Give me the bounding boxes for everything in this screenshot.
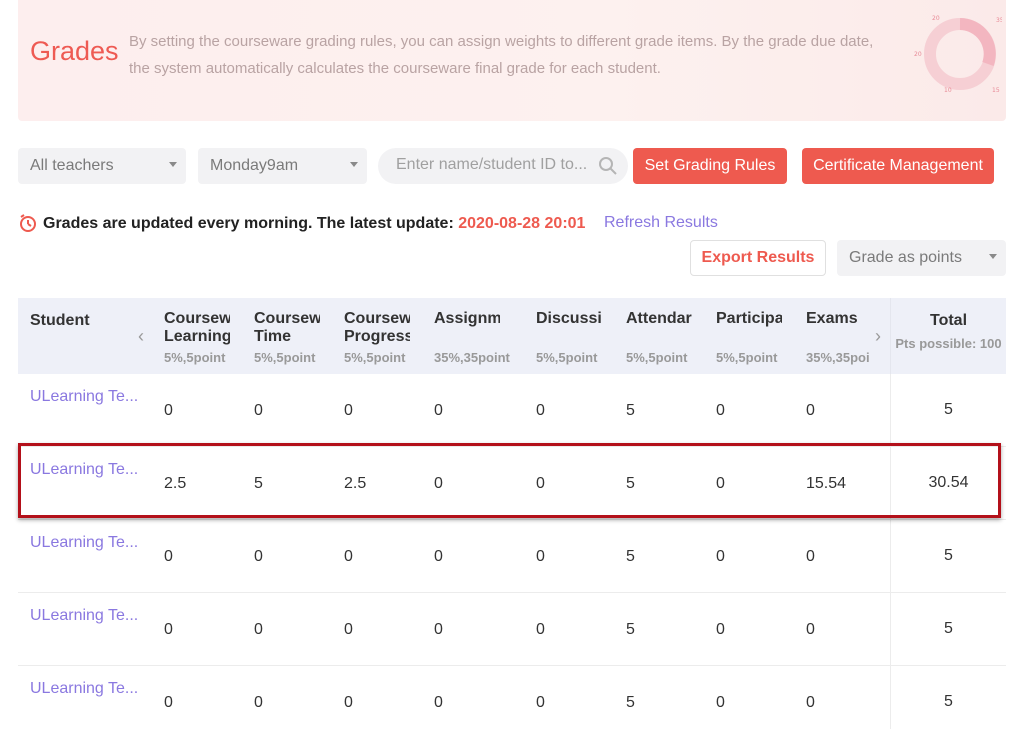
grade-cell: 0 (806, 694, 815, 711)
page-description: By setting the courseware grading rules,… (129, 33, 874, 77)
grade-cell: 0 (254, 621, 263, 638)
total-cell: 5 (890, 666, 1006, 729)
grades-banner: Grades By setting the courseware grading… (18, 0, 1006, 121)
grade-cell: 0 (806, 402, 815, 419)
search-box (378, 148, 628, 184)
page-title: Grades (30, 36, 119, 66)
grade-cell: 5 (626, 548, 635, 565)
grade-cell: 5 (626, 402, 635, 419)
export-results-button[interactable]: Export Results (690, 240, 826, 276)
grade-cell: 0 (716, 402, 725, 419)
total-cell: 5 (890, 374, 1006, 446)
grade-cell: 0 (536, 402, 545, 419)
refresh-results-link[interactable]: Refresh Results (604, 214, 718, 232)
student-name-link[interactable]: ULearning Te... (30, 680, 142, 698)
donut-illustration-icon: 20 35 20 10 15 (914, 15, 1002, 94)
table-row: ULearning Te... 0 0 0 0 0 5 0 0 5 (18, 520, 1006, 593)
grade-cell: 0 (806, 621, 815, 638)
student-column-header[interactable]: Student (30, 312, 90, 330)
table-row: ULearning Te... 0 0 0 0 0 5 0 0 5 (18, 374, 1006, 447)
total-cell: 5 (890, 593, 1006, 665)
grade-cell: 0 (344, 694, 353, 711)
chevron-down-icon (989, 254, 997, 259)
grade-cell: 0 (806, 548, 815, 565)
class-select[interactable]: Monday9am (198, 148, 367, 184)
search-input[interactable] (396, 156, 586, 174)
alarm-clock-icon (20, 214, 36, 232)
student-name-link[interactable]: ULearning Te... (30, 388, 142, 406)
grade-cell: 0 (716, 621, 725, 638)
teacher-select[interactable]: All teachers (18, 148, 186, 184)
chevron-down-icon (350, 162, 358, 167)
chevron-left-icon[interactable]: ‹ (138, 326, 144, 347)
teacher-select-value: All teachers (30, 157, 114, 174)
grade-cell: 0 (716, 694, 725, 711)
grade-cell: 0 (434, 548, 443, 565)
grade-cell: 0 (344, 402, 353, 419)
certificate-management-button[interactable]: Certificate Management (802, 148, 994, 184)
deco-label: 10 (944, 87, 952, 94)
grade-cell: 0 (434, 402, 443, 419)
grade-cell: 0 (536, 621, 545, 638)
grade-cell: 0 (254, 694, 263, 711)
grade-cell: 0 (536, 694, 545, 711)
student-name-link[interactable]: ULearning Te... (30, 607, 142, 625)
grade-cell: 0 (254, 402, 263, 419)
table-header: Student ‹ Coursew Learning 5%,5point Cou… (18, 298, 1006, 374)
highlight-box (18, 443, 1001, 518)
grade-mode-select[interactable]: Grade as points (837, 240, 1006, 276)
grade-cell: 0 (536, 548, 545, 565)
total-column-header: Total Pts possible: 100 (890, 298, 1006, 374)
update-text: Grades are updated every morning. The la… (43, 215, 454, 232)
student-name-link[interactable]: ULearning Te... (30, 534, 142, 552)
grade-cell: 0 (344, 548, 353, 565)
grade-cell: 5 (626, 694, 635, 711)
update-time: 2020-08-28 20:01 (458, 215, 586, 232)
grade-cell: 0 (164, 694, 173, 711)
grade-cell: 0 (716, 548, 725, 565)
table-row: ULearning Te... 0 0 0 0 0 5 0 0 5 (18, 666, 1006, 729)
grade-cell: 0 (344, 621, 353, 638)
set-grading-rules-button[interactable]: Set Grading Rules (633, 148, 787, 184)
table-row: ULearning Te... 0 0 0 0 0 5 0 0 5 (18, 593, 1006, 666)
grade-cell: 0 (254, 548, 263, 565)
deco-label: 15 (992, 87, 1000, 94)
grade-cell: 5 (626, 621, 635, 638)
deco-label: 35 (996, 17, 1002, 24)
deco-label: 20 (932, 15, 940, 22)
grade-cell: 0 (434, 694, 443, 711)
grade-cell: 0 (434, 621, 443, 638)
search-icon[interactable] (598, 156, 618, 176)
total-cell: 5 (890, 520, 1006, 592)
grade-mode-value: Grade as points (849, 249, 962, 266)
chevron-right-icon[interactable]: › (875, 326, 881, 347)
deco-label: 20 (914, 51, 922, 58)
grade-cell: 0 (164, 402, 173, 419)
grade-cell: 0 (164, 548, 173, 565)
grade-cell: 0 (164, 621, 173, 638)
chevron-down-icon (169, 162, 177, 167)
class-select-value: Monday9am (210, 157, 299, 174)
